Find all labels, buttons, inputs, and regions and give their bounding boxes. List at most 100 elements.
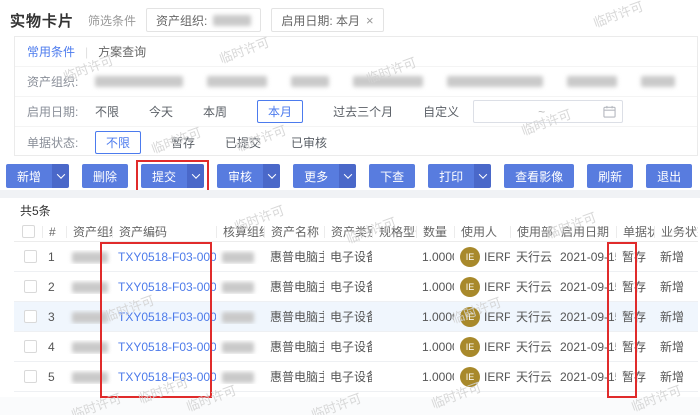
bottom-band <box>0 397 700 415</box>
chevron-down-icon[interactable] <box>474 164 491 188</box>
blurred-ledger-value <box>222 312 254 323</box>
biz-status-cell: 新增 <box>654 308 698 325</box>
blurred-org-name <box>95 76 183 87</box>
退出-button[interactable]: 退出 <box>646 164 692 188</box>
asset-category-cell: 电子设备 <box>324 368 372 385</box>
asset-code-link[interactable]: TXY0518-F03-00000009 <box>118 370 216 384</box>
asset-code-link[interactable]: TXY0518-F03-00000001 <box>118 250 216 264</box>
column-header: 核算组织 <box>216 226 264 238</box>
biz-status-cell: 新增 <box>654 338 698 355</box>
chevron-down-icon[interactable] <box>339 164 356 188</box>
tab-scheme-query[interactable]: 方案查询 <box>98 43 146 60</box>
asset-code-cell: TXY0518-F03-00000009 <box>112 370 216 384</box>
section-divider <box>0 190 700 198</box>
select-all-checkbox[interactable] <box>22 225 35 238</box>
asset-code-link[interactable]: TXY0518-F03-00000008 <box>118 280 216 294</box>
asset-code-link[interactable]: TXY0518-F03-00000007 <box>118 340 216 354</box>
blurred-ledger-value <box>222 342 254 353</box>
row-checkbox[interactable] <box>24 250 37 263</box>
user-cell: IEIERP <box>454 307 510 327</box>
刷新-button[interactable]: 刷新 <box>587 164 633 188</box>
button-label: 更多 <box>293 164 339 188</box>
start-date-option[interactable]: 过去三个月 <box>333 103 393 120</box>
start-date-option[interactable]: 本周 <box>203 103 227 120</box>
user-name: IERP <box>484 310 510 324</box>
row-checkbox[interactable] <box>24 370 37 383</box>
删除-button[interactable]: 删除 <box>82 164 128 188</box>
ledger-org-cell <box>216 250 264 264</box>
row-checkbox-cell <box>14 280 42 293</box>
doc-status-option[interactable]: 暂存 <box>171 134 195 151</box>
start-date-option[interactable]: 不限 <box>95 103 119 120</box>
blurred-org-value <box>72 342 108 353</box>
chevron-down-icon[interactable] <box>187 164 204 188</box>
table-body: 1TXY0518-F03-00000001惠普电脑主机电子设备1.0000IEI… <box>14 242 698 392</box>
chevron-down-icon[interactable] <box>52 164 69 188</box>
查看影像-button[interactable]: 查看影像 <box>504 164 574 188</box>
table-row[interactable]: 4TXY0518-F03-00000007惠普电脑主机电子设备1.0000IEI… <box>14 332 698 362</box>
chevron-down-icon[interactable] <box>263 164 280 188</box>
start-date-option[interactable]: 自定义 <box>423 103 459 120</box>
tab-common-conditions[interactable]: 常用条件 <box>27 43 75 60</box>
blurred-org-name <box>447 76 543 87</box>
column-header: 数量 <box>416 226 454 238</box>
column-header: 业务状态 <box>654 226 698 238</box>
column-header: 资产编码 <box>112 226 216 238</box>
asset-org-cell <box>66 310 112 324</box>
table-row[interactable]: 1TXY0518-F03-00000001惠普电脑主机电子设备1.0000IEI… <box>14 242 698 272</box>
filter-tag-start-date[interactable]: 启用日期: 本月 × <box>271 8 383 32</box>
row-index-cell: 5 <box>42 370 66 384</box>
user-avatar-badge: IE <box>460 337 480 357</box>
column-header: 资产名称 <box>264 226 324 238</box>
asset-code-cell: TXY0518-F03-00000008 <box>112 280 216 294</box>
下查-button[interactable]: 下查 <box>369 164 415 188</box>
page-title: 实物卡片 <box>10 10 74 31</box>
打印-button[interactable]: 打印 <box>428 164 491 188</box>
watermark-text: 临时许可 <box>590 0 645 31</box>
table-row[interactable]: 2TXY0518-F03-00000008惠普电脑主机电子设备1.0000IEI… <box>14 272 698 302</box>
button-label: 刷新 <box>587 164 633 188</box>
filter-tag-asset-org[interactable]: 资产组织: <box>146 8 261 32</box>
column-header: 单据状态 <box>616 226 654 238</box>
start-date-option[interactable]: 今天 <box>149 103 173 120</box>
record-count: 共5条 <box>0 198 700 222</box>
asset-code-link[interactable]: TXY0518-F03-00000010 <box>118 310 216 324</box>
asset-name-cell: 惠普电脑主机 <box>264 338 324 355</box>
blurred-org-name <box>291 76 329 87</box>
更多-button[interactable]: 更多 <box>293 164 356 188</box>
asset-category-cell: 电子设备 <box>324 308 372 325</box>
doc-status-option[interactable]: 已提交 <box>225 134 261 151</box>
button-label: 审核 <box>217 164 263 188</box>
asset-name-cell: 惠普电脑主机 <box>264 248 324 265</box>
filter-conditions-label: 筛选条件 <box>88 12 136 29</box>
button-label: 新增 <box>6 164 52 188</box>
asset-category-cell: 电子设备 <box>324 278 372 295</box>
remove-tag-icon[interactable]: × <box>366 14 374 27</box>
row-checkbox[interactable] <box>24 280 37 293</box>
filter-tag-start-date-label: 启用日期: 本月 <box>281 12 360 29</box>
审核-button[interactable]: 审核 <box>217 164 280 188</box>
doc-status-option[interactable]: 不限 <box>95 131 141 154</box>
start-date-options: 不限 今天 本周 本月 过去三个月 自定义 <box>95 100 459 123</box>
filter-row-asset-org: 资产组织: <box>15 67 697 97</box>
table-row[interactable]: 3TXY0518-F03-00000010惠普电脑主机电子设备1.0000IEI… <box>14 302 698 332</box>
row-checkbox[interactable] <box>24 340 37 353</box>
table-row[interactable]: 5TXY0518-F03-00000009惠普电脑主机电子设备1.0000IEI… <box>14 362 698 392</box>
custom-date-range-input[interactable]: ~ <box>473 100 623 123</box>
table-header-checkbox-cell <box>14 225 42 238</box>
doc-status-option[interactable]: 已审核 <box>291 134 327 151</box>
row-checkbox[interactable] <box>24 310 37 323</box>
filter-panel: 常用条件|方案查询 资产组织: 启用日期: 不限今天本周本月过去三个月自定义 ~… <box>14 36 698 156</box>
button-label: 下查 <box>369 164 415 188</box>
user-avatar-badge: IE <box>460 277 480 297</box>
提交-button[interactable]: 提交 <box>141 164 204 188</box>
row-checkbox-cell <box>14 250 42 263</box>
asset-name-cell: 惠普电脑主机 <box>264 308 324 325</box>
doc-status-cell: 暂存 <box>616 368 654 385</box>
start-date-option[interactable]: 本月 <box>257 100 303 123</box>
dept-cell: 天行云 <box>510 278 554 295</box>
新增-button[interactable]: 新增 <box>6 164 69 188</box>
start-date-cell: 2021-09-15 <box>554 340 616 354</box>
quantity-cell: 1.0000 <box>416 370 454 384</box>
button-label: 退出 <box>646 164 692 188</box>
